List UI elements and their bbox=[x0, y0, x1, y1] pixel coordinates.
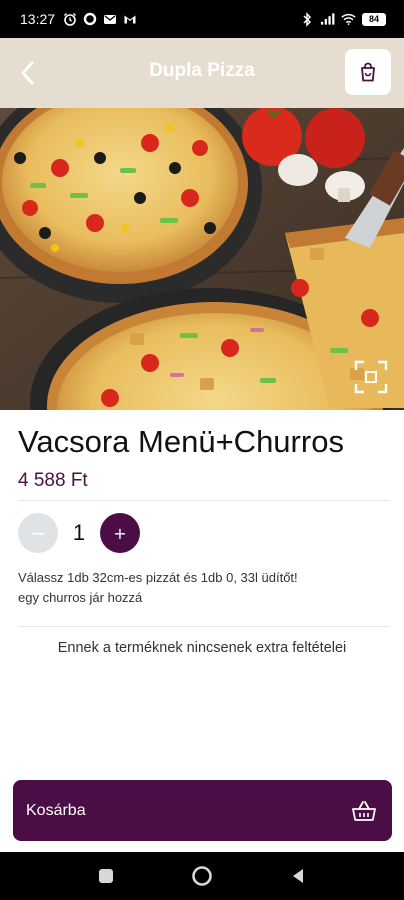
quantity-decrease-button[interactable]: − bbox=[18, 513, 58, 553]
description-line-2: egy churros jár hozzá bbox=[18, 590, 143, 605]
bluetooth-icon bbox=[299, 11, 314, 27]
recents-button[interactable] bbox=[92, 862, 120, 890]
pizza-photo bbox=[0, 108, 404, 410]
add-to-cart-button[interactable]: Kosárba bbox=[13, 780, 392, 841]
app-header: Dupla Pizza bbox=[0, 38, 404, 108]
fullscreen-icon bbox=[354, 360, 388, 394]
wifi-icon bbox=[341, 12, 356, 27]
signal-icon bbox=[320, 12, 335, 27]
product-price: 4 588 Ft bbox=[18, 470, 88, 491]
status-left: 13:27 bbox=[20, 11, 137, 27]
basket-icon bbox=[350, 797, 378, 825]
home-button[interactable] bbox=[188, 862, 216, 890]
quantity-value: 1 bbox=[72, 520, 86, 545]
product-description: Válassz 1db 32cm-es pizzát és 1db 0, 33l… bbox=[18, 568, 388, 608]
home-circle-icon bbox=[192, 866, 212, 886]
mail-icon bbox=[102, 12, 117, 27]
alarm-icon bbox=[62, 12, 77, 27]
system-nav-bar bbox=[0, 852, 404, 900]
status-bar: 13:27 84 bbox=[0, 0, 404, 38]
status-right: 84 bbox=[299, 11, 386, 27]
divider bbox=[18, 626, 390, 627]
divider bbox=[18, 500, 390, 501]
product-title: Vacsora Menü+Churros bbox=[18, 424, 344, 459]
cart-button[interactable] bbox=[345, 49, 391, 95]
circle-icon bbox=[82, 12, 97, 27]
page-title: Dupla Pizza bbox=[149, 60, 255, 81]
gmail-icon bbox=[122, 12, 137, 27]
description-line-1: Válassz 1db 32cm-es pizzát és 1db 0, 33l… bbox=[18, 570, 298, 585]
quantity-increase-button[interactable]: + bbox=[100, 513, 140, 553]
product-image bbox=[0, 108, 404, 410]
battery-icon: 84 bbox=[362, 12, 386, 26]
back-nav-button[interactable] bbox=[284, 862, 312, 890]
square-icon bbox=[99, 869, 113, 883]
add-to-cart-label: Kosárba bbox=[26, 801, 86, 819]
triangle-back-icon bbox=[293, 869, 303, 883]
no-extras-text: Ennek a terméknek nincsenek extra feltét… bbox=[57, 640, 347, 656]
expand-image-button[interactable] bbox=[350, 356, 392, 398]
status-time: 13:27 bbox=[20, 11, 56, 27]
shopping-bag-icon bbox=[361, 62, 375, 82]
